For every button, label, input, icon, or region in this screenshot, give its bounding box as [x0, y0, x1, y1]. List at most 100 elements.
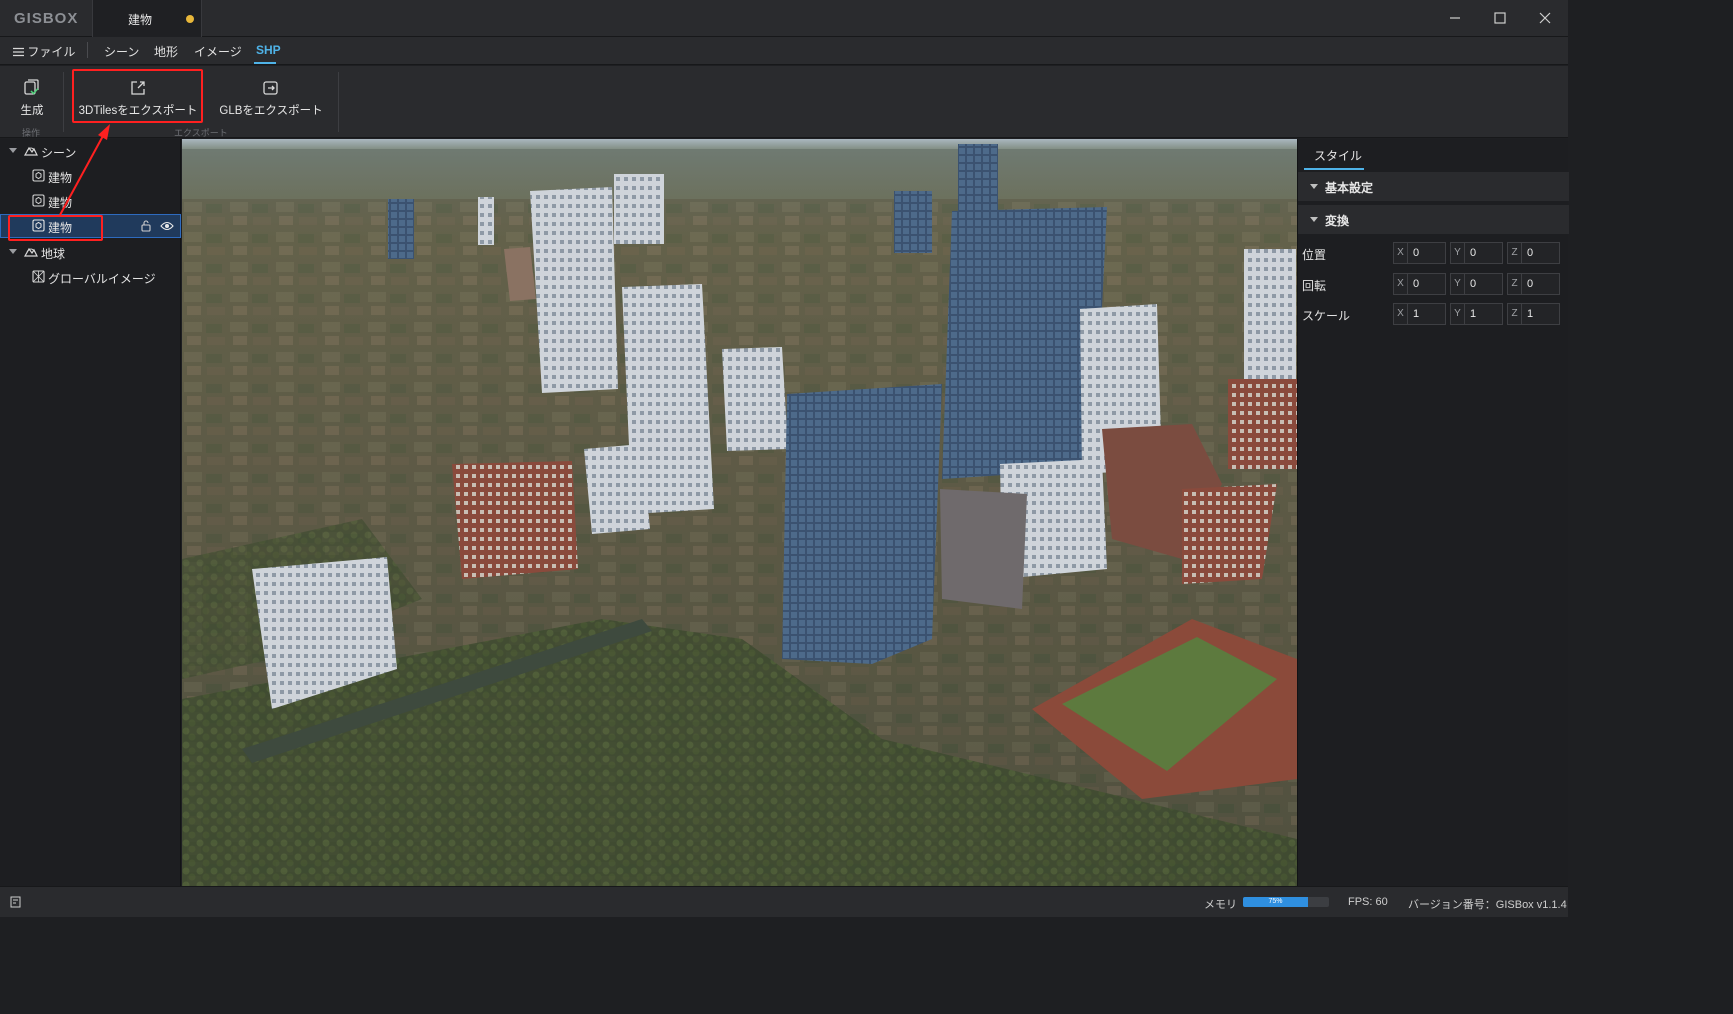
rotation-label: 回転 — [1302, 279, 1327, 293]
position-z-field[interactable]: Z — [1507, 242, 1560, 264]
tab-active-indicator — [1304, 168, 1364, 170]
fps-readout: FPS: 60 — [1348, 896, 1388, 908]
axis-y-label: Y — [1451, 304, 1465, 324]
generate-label: 生成 — [20, 105, 44, 117]
rotation-y-field[interactable]: Y — [1450, 273, 1503, 295]
position-row: 位置 X Y Z — [1298, 242, 1569, 266]
rotation-row: 回転 X Y Z — [1298, 273, 1569, 297]
tree-node-building-1[interactable]: 建物 — [0, 164, 181, 188]
unsaved-indicator — [186, 15, 194, 23]
export-glb-label: GLBをエクスポート — [219, 105, 323, 117]
tab-style[interactable]: スタイル — [1314, 147, 1362, 164]
maximize-icon — [1494, 12, 1506, 24]
document-tab-title: 建物 — [128, 13, 153, 27]
ribbon-divider — [338, 72, 339, 132]
scale-y-field[interactable]: Y — [1450, 303, 1503, 325]
minimize-icon — [1450, 17, 1460, 19]
model-icon — [32, 169, 45, 182]
axis-z-label: Z — [1508, 243, 1522, 263]
caret-down-icon — [1310, 217, 1318, 222]
app-logo: GISBOX — [14, 10, 79, 27]
position-y-input[interactable] — [1466, 244, 1502, 262]
position-x-field[interactable]: X — [1393, 242, 1446, 264]
scale-z-field[interactable]: Z — [1507, 303, 1560, 325]
minimize-button[interactable] — [1433, 0, 1477, 37]
rotation-x-field[interactable]: X — [1393, 273, 1446, 295]
section-basic-settings[interactable]: 基本設定 — [1298, 172, 1569, 201]
axis-x-label: X — [1394, 274, 1408, 294]
globe-icon — [24, 247, 38, 257]
menu-divider — [87, 42, 88, 58]
imagery-icon — [32, 270, 45, 283]
tree-earth-label: 地球 — [41, 247, 66, 261]
tree-node-global-imagery[interactable]: グローバルイメージ — [0, 265, 181, 289]
generate-icon — [24, 79, 39, 95]
menu-active-indicator — [254, 62, 276, 64]
position-label: 位置 — [1302, 248, 1327, 262]
menu-shp[interactable]: SHP — [256, 43, 281, 57]
eye-icon[interactable] — [160, 221, 174, 231]
scale-y-input[interactable] — [1466, 305, 1502, 323]
section-basic-label: 基本設定 — [1325, 181, 1374, 195]
memory-progress-bar: 75% — [1243, 897, 1329, 907]
tree-scene-label: シーン — [41, 146, 77, 160]
highlight-export-3dtiles — [72, 69, 203, 123]
title-bar: GISBOX 建物 — [0, 0, 1568, 37]
properties-panel: スタイル 基本設定 変換 位置 X Y Z 回転 X Y — [1297, 139, 1569, 886]
city-scene-render — [182, 139, 1297, 886]
position-z-input[interactable] — [1523, 244, 1559, 262]
menu-imagery[interactable]: イメージ — [194, 43, 242, 60]
rotation-x-input[interactable] — [1409, 275, 1445, 293]
3d-viewport[interactable] — [182, 139, 1297, 886]
scale-row: スケール X Y Z — [1298, 303, 1569, 327]
axis-y-label: Y — [1451, 243, 1465, 263]
ribbon-divider — [63, 72, 64, 132]
caret-down-icon — [1310, 184, 1318, 189]
maximize-button[interactable] — [1478, 0, 1522, 37]
lock-icon[interactable] — [141, 220, 151, 232]
axis-x-label: X — [1394, 243, 1408, 263]
highlight-selected-building — [8, 215, 103, 241]
scale-x-field[interactable]: X — [1393, 303, 1446, 325]
operation-group-label: 操作 — [22, 128, 41, 138]
menu-file[interactable]: ファイル — [13, 43, 75, 60]
menu-terrain[interactable]: 地形 — [154, 43, 178, 60]
rotation-z-input[interactable] — [1523, 275, 1559, 293]
document-tab[interactable]: 建物 — [92, 0, 202, 37]
axis-z-label: Z — [1508, 274, 1522, 294]
scale-x-input[interactable] — [1409, 305, 1445, 323]
scale-label: スケール — [1302, 309, 1351, 323]
caret-down-icon — [9, 148, 17, 153]
section-transform[interactable]: 変換 — [1298, 205, 1569, 234]
log-icon[interactable] — [10, 896, 21, 908]
menu-scene[interactable]: シーン — [104, 43, 139, 60]
status-bar: メモリ 75% FPS: 60 バージョン番号：GISBox v1.1.4 — [0, 886, 1568, 917]
scale-z-input[interactable] — [1523, 305, 1559, 323]
scene-tree-panel: シーン 建物 建物 建物 地球 グローバルイメージ — [0, 139, 181, 886]
rotation-z-field[interactable]: Z — [1507, 273, 1560, 295]
tree-node-earth[interactable]: 地球 — [0, 240, 181, 264]
position-y-field[interactable]: Y — [1450, 242, 1503, 264]
caret-down-icon — [9, 249, 17, 254]
section-transform-label: 変換 — [1325, 214, 1350, 228]
export-glb-button[interactable]: GLBをエクスポート — [216, 79, 326, 118]
version-info: バージョン番号：GISBox v1.1.4 — [1408, 899, 1567, 911]
hamburger-icon — [13, 47, 24, 57]
position-x-input[interactable] — [1409, 244, 1445, 262]
axis-z-label: Z — [1508, 304, 1522, 324]
rotation-y-input[interactable] — [1466, 275, 1502, 293]
model-icon — [32, 194, 45, 207]
generate-button[interactable]: 生成 — [12, 79, 52, 118]
close-button[interactable] — [1523, 0, 1567, 37]
tree-node-building-2[interactable]: 建物 — [0, 189, 181, 213]
close-icon — [1539, 12, 1551, 24]
scene-icon — [24, 146, 38, 156]
tree-building-label: 建物 — [48, 171, 73, 185]
tree-building-label: 建物 — [48, 196, 73, 210]
tree-node-scene[interactable]: シーン — [0, 139, 181, 163]
tree-imagery-label: グローバルイメージ — [48, 272, 156, 286]
menu-file-label: ファイル — [27, 45, 76, 59]
axis-y-label: Y — [1451, 274, 1465, 294]
memory-percent-text: 75% — [1268, 898, 1283, 905]
export-glb-icon — [263, 81, 278, 95]
